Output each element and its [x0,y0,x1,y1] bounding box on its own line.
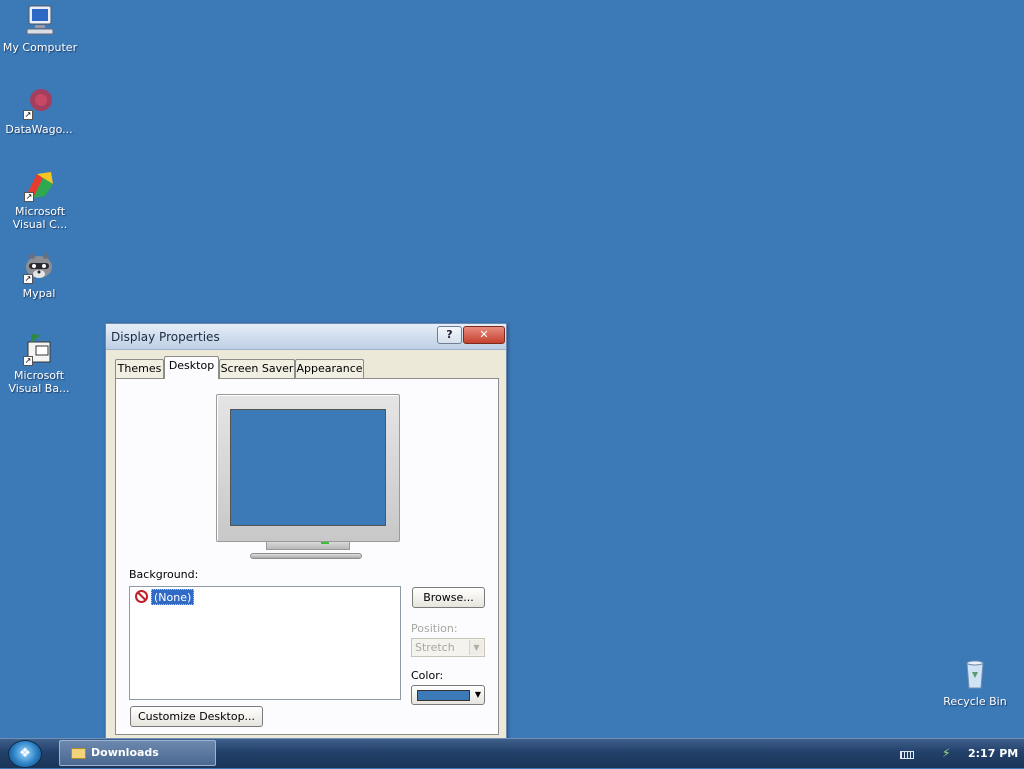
clock[interactable]: 2:17 PM [968,747,1018,760]
folder-icon [71,748,86,759]
desktop-icon-my-computer[interactable]: My Computer [0,4,80,54]
taskbar: ❖ Downloads ⚡ 2:17 PM [0,738,1024,768]
monitor-preview [216,394,400,542]
shortcut-arrow-icon: ↗ [23,274,33,284]
none-icon [135,590,148,603]
recycle-bin-icon [958,658,992,692]
display-properties-window: Display Properties ? ✕ Themes Desktop Sc… [105,323,507,743]
desktop-icon-recycle-bin[interactable]: Recycle Bin [935,658,1015,708]
network-icon[interactable]: ⚡ [942,746,956,760]
customize-desktop-button[interactable]: Customize Desktop... [130,706,263,727]
chevron-down-icon: ▼ [474,690,481,699]
visual-basic-icon: ↗ [22,332,56,366]
taskbar-item-label: Downloads [91,746,159,759]
shortcut-arrow-icon: ↗ [23,356,33,366]
tab-desktop[interactable]: Desktop [164,356,219,379]
background-listbox[interactable]: (None) [129,586,401,700]
mypal-icon: ↗ [22,250,56,284]
monitor-preview-screen [230,409,386,526]
system-tray: ⚡ 2:17 PM [884,739,1024,769]
desktop-icon-datawagon[interactable]: ↗ DataWago... [0,86,79,136]
desktop-icon-label: Microsoft Visual Ba... [8,369,70,395]
keyboard-icon[interactable] [900,751,914,759]
desktop-icon-label: Microsoft Visual C... [12,205,68,231]
desktop-icon-label: DataWago... [5,123,73,136]
color-swatch [417,690,470,701]
windows-start-icon[interactable]: ❖ [8,740,42,768]
tab-screen-saver[interactable]: Screen Saver [219,359,295,378]
monitor-stand-base [250,553,362,559]
color-label: Color: [411,669,444,682]
desktop-icon-label: Recycle Bin [943,695,1007,708]
position-dropdown[interactable]: Stretch ▼ [411,638,485,657]
desktop-icon-visual-basic[interactable]: ↗ Microsoft Visual Ba... [0,332,79,395]
window-title: Display Properties [111,330,220,344]
help-button[interactable]: ? [437,326,462,344]
taskbar-item-downloads[interactable]: Downloads [59,740,216,766]
monitor-power-led [321,542,329,544]
desktop-icon-label: My Computer [2,41,78,54]
datawagon-icon: ↗ [22,86,56,120]
tab-themes[interactable]: Themes [115,359,164,378]
title-bar[interactable]: Display Properties ? ✕ [106,324,506,350]
color-picker-button[interactable]: ▼ [411,685,485,705]
position-value: Stretch [415,641,455,654]
close-button[interactable]: ✕ [463,326,505,344]
position-label: Position: [411,622,458,635]
monitor-stand-neck [266,542,350,550]
desktop-icon-label: Mypal [22,287,56,300]
shortcut-arrow-icon: ↗ [24,192,34,202]
shortcut-arrow-icon: ↗ [23,110,33,120]
visual-cpp-icon: ↗ [23,168,57,202]
browse-button[interactable]: Browse... [412,587,485,608]
desktop-icon-visual-cpp[interactable]: ↗ Microsoft Visual C... [0,168,80,231]
background-label: Background: [129,568,199,581]
background-item-none: (None) [151,589,195,605]
computer-icon [23,4,57,38]
desktop-tab-panel: Background: (None) Browse... Position: S… [115,378,499,735]
chevron-down-icon: ▼ [469,640,483,655]
desktop-icon-mypal[interactable]: ↗ Mypal [0,250,79,300]
tab-appearance[interactable]: Appearance [295,359,364,378]
